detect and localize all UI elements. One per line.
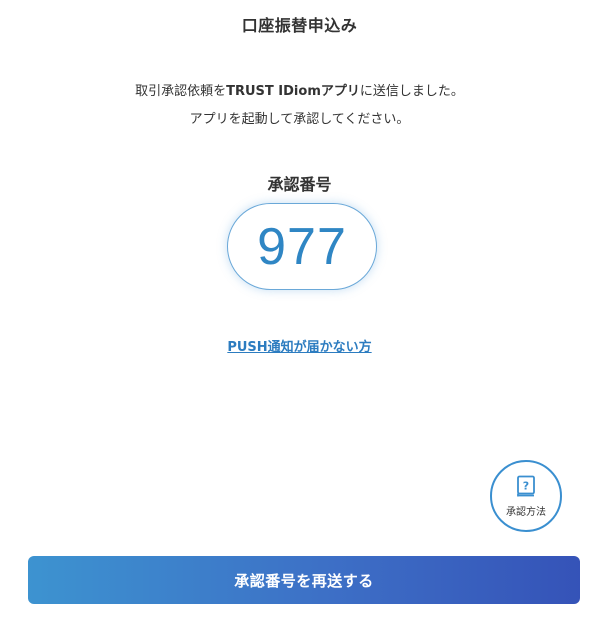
approval-code-box: 977 xyxy=(227,203,377,290)
approval-method-button[interactable]: ? 承認方法 xyxy=(490,460,562,532)
message-suffix: に送信しました。 xyxy=(359,84,464,99)
approval-code-value: 977 xyxy=(257,217,347,276)
message-prefix: 取引承認依頼を xyxy=(135,84,227,99)
resend-code-button[interactable]: 承認番号を再送する xyxy=(28,556,580,604)
push-not-received-link[interactable]: PUSH通知が届かない方 xyxy=(227,340,371,355)
help-icon-glyph: ? xyxy=(523,479,529,492)
push-help-link-wrapper: PUSH通知が届かない方 xyxy=(0,336,599,355)
page: 口座振替申込み 取引承認依頼をTRUST IDiomアプリに送信しました。 アプ… xyxy=(0,0,599,626)
approval-method-label: 承認方法 xyxy=(506,506,546,518)
message-line-1: 取引承認依頼をTRUST IDiomアプリに送信しました。 xyxy=(0,80,599,99)
approval-code-label: 承認番号 xyxy=(267,175,332,194)
book-question-icon: ? xyxy=(516,475,536,499)
message-line-2: アプリを起動して承認してください。 xyxy=(189,112,410,127)
page-title: 口座振替申込み xyxy=(241,16,358,35)
message-app-name: TRUST IDiomアプリ xyxy=(226,84,360,99)
